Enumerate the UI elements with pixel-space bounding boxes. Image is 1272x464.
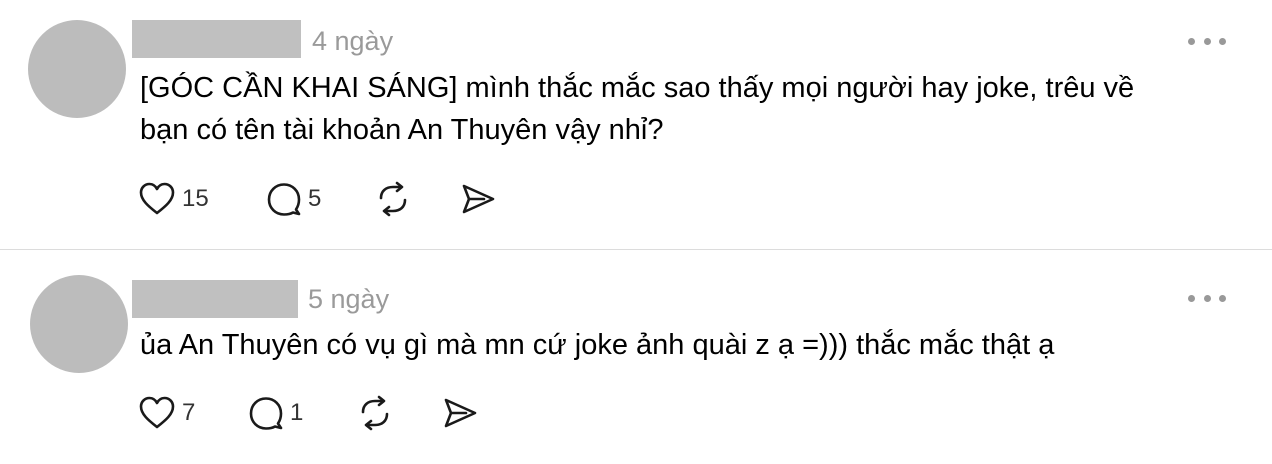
post-divider xyxy=(0,249,1272,250)
like-count: 15 xyxy=(182,185,209,212)
share-button[interactable] xyxy=(442,393,478,433)
send-icon xyxy=(444,398,477,428)
username-redacted[interactable] xyxy=(132,280,298,318)
send-icon xyxy=(462,184,495,214)
reply-count: 5 xyxy=(308,185,322,212)
avatar[interactable] xyxy=(28,20,126,118)
repost-button[interactable] xyxy=(356,393,394,433)
repost-icon xyxy=(361,395,389,431)
heart-icon xyxy=(139,396,175,429)
heart-icon xyxy=(139,182,175,215)
repost-icon xyxy=(379,181,407,217)
post-text-line: [GÓC CẦN KHAI SÁNG] mình thắc mắc sao th… xyxy=(140,72,1135,104)
post-body: [GÓC CẦN KHAI SÁNG] mình thắc mắc sao th… xyxy=(140,67,1134,151)
post-2: 5 ngày ủa An Thuyên có vụ gì mà mn cứ jo… xyxy=(0,251,1272,464)
more-options-icon[interactable] xyxy=(1188,35,1226,47)
post-text-line: ủa An Thuyên có vụ gì mà mn cứ joke ảnh … xyxy=(140,329,1055,361)
comment-icon xyxy=(267,183,301,216)
like-button[interactable]: 15 xyxy=(138,179,209,219)
post-1: 4 ngày [GÓC CẦN KHAI SÁNG] mình thắc mắc… xyxy=(0,0,1272,250)
share-button[interactable] xyxy=(460,179,496,219)
reply-count: 1 xyxy=(290,399,304,426)
post-text-line: bạn có tên tài khoản An Thuyên vậy nhỉ? xyxy=(140,114,664,146)
avatar[interactable] xyxy=(30,275,128,373)
like-button[interactable]: 7 xyxy=(138,393,195,433)
repost-button[interactable] xyxy=(374,179,412,219)
username-redacted[interactable] xyxy=(132,20,301,58)
comment-icon xyxy=(249,397,283,430)
post-body: ủa An Thuyên có vụ gì mà mn cứ joke ảnh … xyxy=(140,324,1054,366)
reply-button[interactable]: 5 xyxy=(266,179,321,219)
more-options-icon[interactable] xyxy=(1188,292,1226,304)
post-timestamp: 5 ngày xyxy=(308,284,390,314)
reply-button[interactable]: 1 xyxy=(248,393,303,433)
like-count: 7 xyxy=(182,399,196,426)
thread-feed: 4 ngày [GÓC CẦN KHAI SÁNG] mình thắc mắc… xyxy=(0,0,1272,464)
post-timestamp: 4 ngày xyxy=(312,26,394,56)
